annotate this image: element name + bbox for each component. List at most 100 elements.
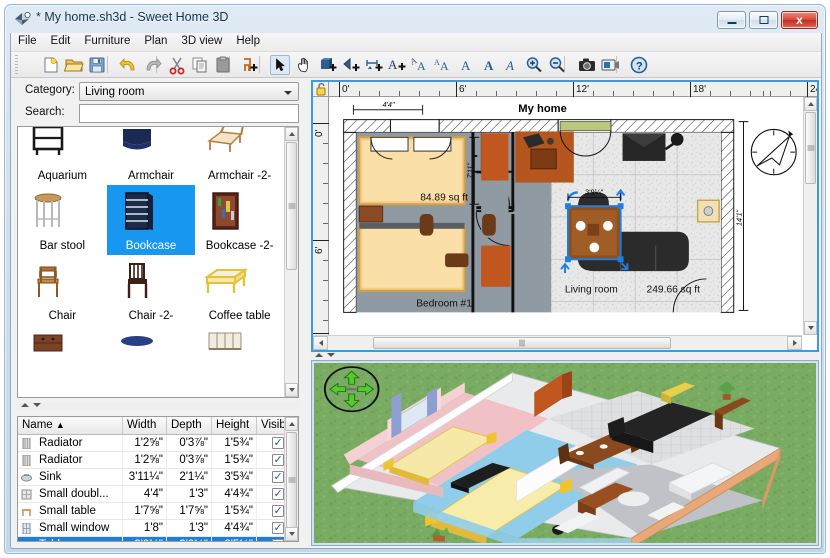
catalog-scrollbar[interactable] (284, 127, 298, 397)
catalog-item-chair-2[interactable]: Chair -2- (107, 255, 196, 325)
column-header-width[interactable]: Width (123, 417, 167, 434)
save-home-button[interactable] (87, 55, 107, 75)
catalog-item-partial[interactable] (18, 325, 107, 395)
column-header-height[interactable]: Height (212, 417, 257, 434)
copy-button[interactable] (190, 55, 210, 75)
maximize-button[interactable] (749, 11, 778, 29)
scroll-thumb[interactable] (805, 112, 816, 184)
category-select[interactable]: Living room (79, 82, 299, 101)
table-row[interactable]: Table 3'9¼" 3'9¼" 2'5⅛" (18, 537, 284, 541)
zoom-in-button[interactable] (524, 55, 544, 75)
scroll-up-arrow-icon[interactable] (285, 127, 298, 141)
minimize-button[interactable] (717, 11, 746, 29)
plan-horizontal-scrollbar[interactable] (313, 335, 802, 350)
menu-plan[interactable]: Plan (137, 33, 174, 50)
cell-visible[interactable] (257, 435, 284, 452)
help-button[interactable]: ? (629, 55, 649, 75)
create-dimensions-button[interactable] (364, 55, 384, 75)
toolbar-grip[interactable] (15, 55, 18, 74)
table-row[interactable]: Small window 1'8" 1'3" 4'4¾" (18, 520, 284, 537)
visible-checkbox[interactable] (272, 488, 284, 500)
catalog-item-coffee-table[interactable]: Coffee table (195, 255, 284, 325)
splitter-down-arrow-icon[interactable] (327, 353, 335, 357)
cell-visible[interactable] (257, 537, 284, 541)
scroll-left-arrow-icon[interactable] (313, 336, 328, 350)
scroll-thumb[interactable] (286, 142, 297, 270)
column-header-depth[interactable]: Depth (167, 417, 212, 434)
photo-create-button[interactable] (577, 55, 597, 75)
scroll-thumb[interactable] (373, 337, 671, 349)
decrease-text-size-button[interactable]: A (457, 55, 477, 75)
cell-visible[interactable] (257, 452, 284, 469)
visible-checkbox[interactable] (272, 437, 284, 449)
paste-button[interactable] (213, 55, 233, 75)
catalog-item-partial[interactable] (195, 325, 284, 395)
undo-button[interactable] (119, 55, 139, 75)
table-row[interactable]: Radiator 1'2⅝" 0'3⅞" 1'5¾" (18, 435, 284, 452)
scroll-up-arrow-icon[interactable] (804, 97, 817, 111)
menu-edit[interactable]: Edit (44, 33, 78, 50)
column-header-name[interactable]: Name ▲ (18, 417, 123, 434)
catalog-item-armchair-2[interactable]: Armchair -2- (195, 126, 284, 185)
visible-checkbox[interactable] (272, 505, 284, 517)
table-row[interactable]: Radiator 1'2⅝" 0'3⅞" 1'5¾" (18, 452, 284, 469)
catalog-item-armchair[interactable]: Armchair (107, 126, 196, 185)
increase-text-size-button[interactable]: A A (434, 55, 454, 75)
video-create-button[interactable] (600, 55, 620, 75)
add-furniture-button[interactable] (240, 55, 260, 75)
furniture-catalog-grid[interactable]: Aquarium Armchair (17, 126, 299, 398)
scroll-down-arrow-icon[interactable] (285, 527, 298, 541)
scroll-thumb[interactable] (286, 432, 297, 528)
furniture-list-body[interactable]: Radiator 1'2⅝" 0'3⅞" 1'5¾" Radiator 1'2⅝… (18, 435, 284, 541)
cell-visible[interactable] (257, 486, 284, 503)
home-3d-view[interactable] (311, 360, 819, 546)
plan-vertical-scrollbar[interactable] (803, 97, 817, 335)
italic-text-button[interactable]: A (502, 55, 522, 75)
visible-checkbox[interactable] (272, 522, 284, 534)
cell-visible[interactable] (257, 503, 284, 520)
table-row[interactable]: Small table 1'7⅝" 1'7⅝" 1'5¾" (18, 503, 284, 520)
menu-file[interactable]: File (11, 33, 44, 50)
scroll-down-arrow-icon[interactable] (804, 321, 817, 335)
bold-text-button[interactable]: A (480, 55, 500, 75)
catalog-item-bookcase[interactable]: Bookcase (107, 185, 196, 255)
cell-visible[interactable] (257, 469, 284, 486)
rotate-text-button[interactable]: A A (411, 55, 431, 75)
scroll-down-arrow-icon[interactable] (285, 383, 298, 397)
menu-help[interactable]: Help (229, 33, 267, 50)
zoom-out-button[interactable] (547, 55, 567, 75)
furniture-list-scrollbar[interactable] (284, 417, 298, 541)
cut-button[interactable] (167, 55, 187, 75)
scroll-up-arrow-icon[interactable] (285, 417, 298, 431)
plan-3d-splitter[interactable] (311, 352, 819, 360)
splitter-up-arrow-icon[interactable] (315, 353, 323, 357)
catalog-item-partial[interactable] (107, 325, 196, 395)
unlocked-padlock-icon[interactable] (313, 82, 329, 97)
table-row[interactable]: Small doubl... 4'4" 1'3" 4'4¾" (18, 486, 284, 503)
catalog-list-splitter[interactable] (17, 402, 299, 410)
redo-button[interactable] (142, 55, 162, 75)
cell-visible[interactable] (257, 520, 284, 537)
menu-furniture[interactable]: Furniture (77, 33, 137, 50)
plan-canvas[interactable]: My home 4'4" (330, 98, 802, 334)
visible-checkbox[interactable] (272, 539, 284, 541)
catalog-item-bookcase-2[interactable]: Bookcase -2- (195, 185, 284, 255)
scroll-right-arrow-icon[interactable] (787, 336, 802, 350)
new-home-button[interactable] (41, 55, 61, 75)
menu-3d-view[interactable]: 3D view (174, 33, 229, 50)
create-walls-button[interactable] (318, 55, 338, 75)
furniture-list[interactable]: Name ▲ Width Depth Height Visible Radiat… (17, 416, 299, 542)
pan-mode-button[interactable] (294, 55, 314, 75)
close-button[interactable]: x (781, 11, 818, 29)
plan-view[interactable]: 0' 6' 12' 18' 24' 0' (311, 80, 819, 352)
splitter-down-arrow-icon[interactable] (33, 403, 41, 407)
open-home-button[interactable] (64, 55, 84, 75)
catalog-item-bar-stool[interactable]: Bar stool (18, 185, 107, 255)
visible-checkbox[interactable] (272, 454, 284, 466)
select-mode-button[interactable] (270, 55, 290, 75)
visible-checkbox[interactable] (272, 471, 284, 483)
catalog-item-aquarium[interactable]: Aquarium (18, 126, 107, 185)
create-rooms-button[interactable] (341, 55, 361, 75)
catalog-item-chair[interactable]: Chair (18, 255, 107, 325)
table-row[interactable]: Sink 3'11¼" 2'1¼" 3'5¾" (18, 469, 284, 486)
